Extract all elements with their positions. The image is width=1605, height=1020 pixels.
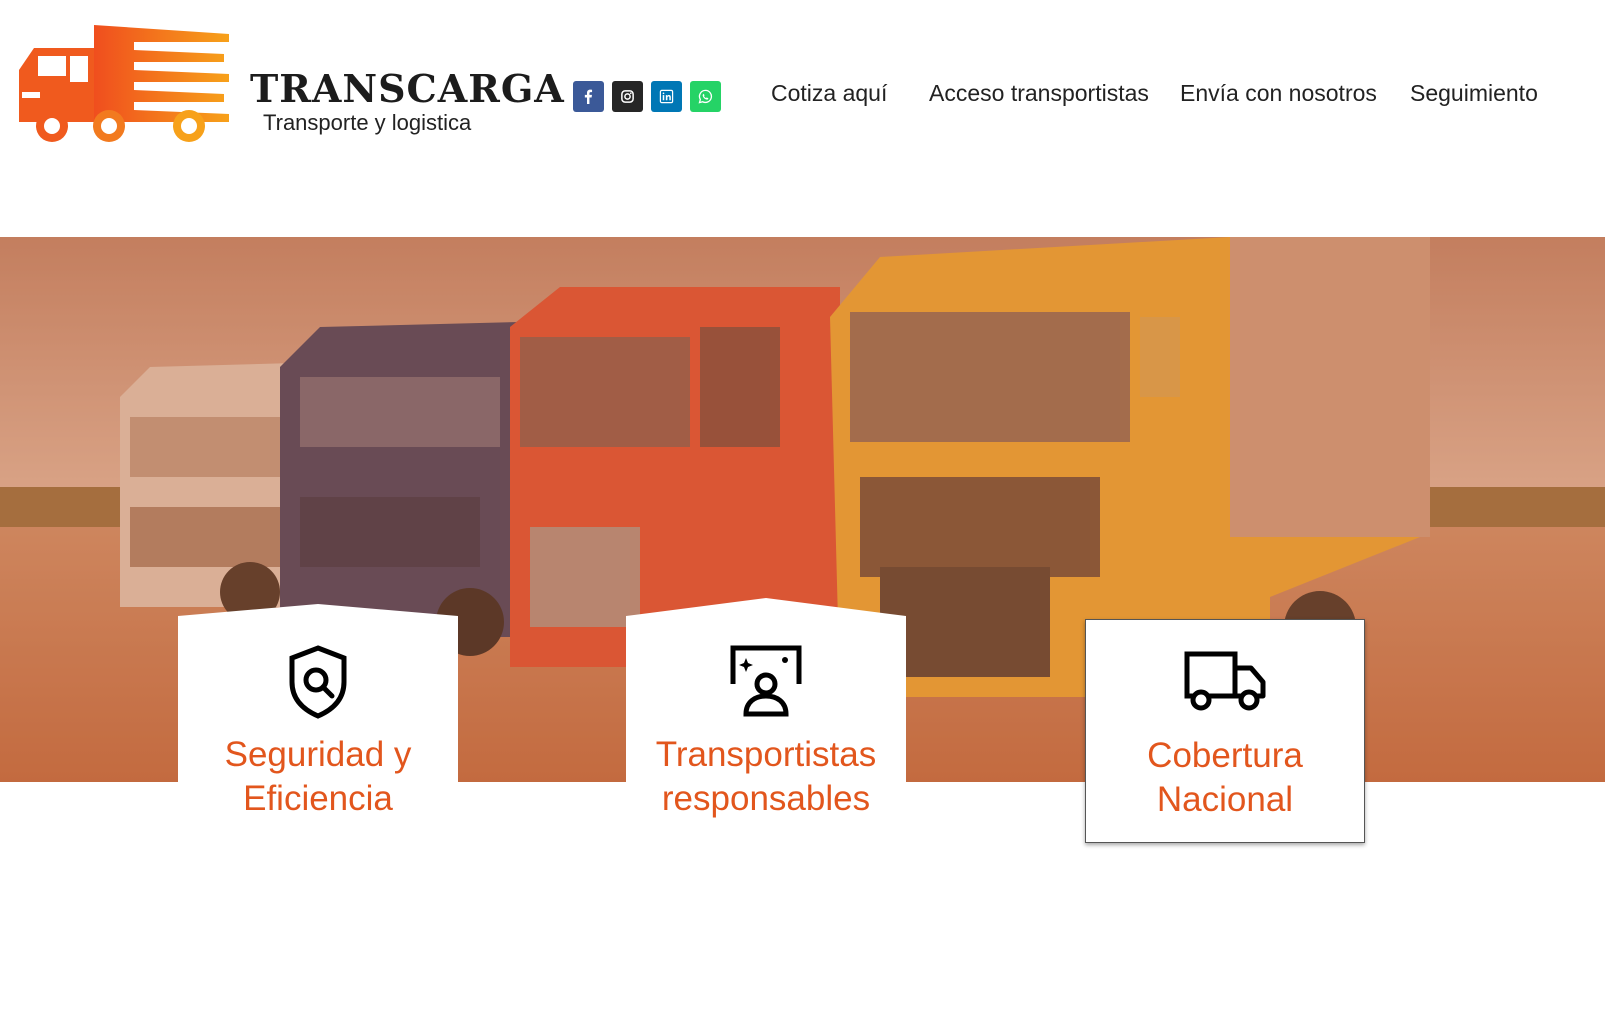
facebook-icon — [584, 89, 593, 104]
feature-title-line2: responsables — [661, 779, 871, 818]
whatsapp-icon — [698, 89, 713, 104]
brand-tagline: Transporte y logistica — [263, 110, 472, 135]
whatsapp-link[interactable] — [690, 81, 721, 112]
feature-title-line1: Seguridad y — [224, 735, 412, 774]
feature-title-line2: Eficiencia — [243, 779, 393, 818]
nav-seguimiento[interactable]: Seguimiento — [1410, 80, 1538, 107]
nav-cotiza[interactable]: Cotiza aquí — [771, 80, 887, 107]
site-header: TRANSCARGA Transporte y logistica Cotiza… — [0, 0, 1605, 200]
nav-envia-con-nosotros[interactable]: Envía con nosotros — [1180, 80, 1377, 107]
feature-title-line1: Cobertura — [1147, 736, 1303, 775]
facebook-link[interactable] — [573, 81, 604, 112]
nav-acceso-transportistas[interactable]: Acceso transportistas — [929, 80, 1149, 107]
brand-name[interactable]: TRANSCARGA — [250, 66, 565, 111]
truck-logo-icon[interactable] — [14, 20, 234, 146]
feature-card-transportistas: Transportistas responsables — [626, 598, 906, 834]
feature-title-line2: Nacional — [1156, 780, 1294, 819]
shield-search-icon — [289, 645, 347, 719]
feature-card-cobertura: Cobertura Nacional — [1085, 619, 1365, 843]
person-screen-icon — [730, 645, 802, 717]
feature-title-line1: Transportistas — [655, 735, 877, 774]
feature-card-seguridad: Seguridad y Eficiencia — [178, 604, 458, 834]
instagram-icon — [621, 90, 634, 103]
linkedin-link[interactable] — [651, 81, 682, 112]
delivery-truck-icon — [1184, 651, 1266, 711]
instagram-link[interactable] — [612, 81, 643, 112]
linkedin-icon — [659, 89, 674, 104]
